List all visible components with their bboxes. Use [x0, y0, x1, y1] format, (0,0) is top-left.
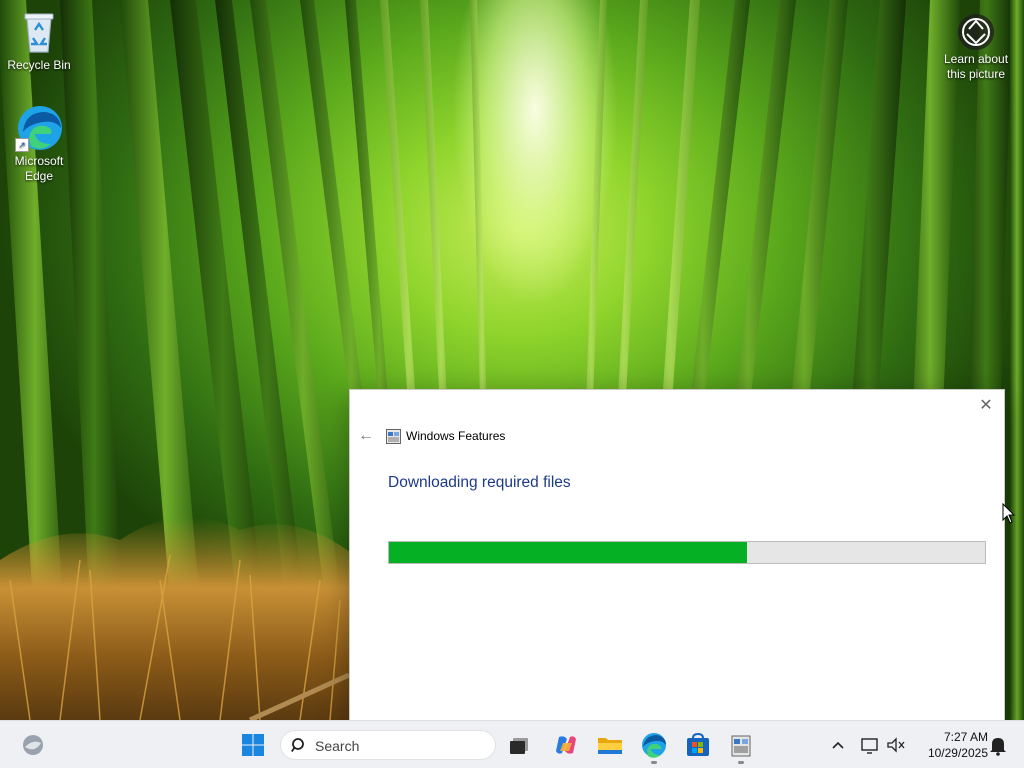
close-icon: ✕ — [979, 397, 993, 414]
edge-icon — [642, 733, 666, 758]
edge-icon: ↗ — [15, 104, 63, 152]
edge-taskbar-button[interactable] — [638, 729, 670, 764]
file-explorer-icon — [598, 738, 622, 754]
clock-time: 7:27 AM — [943, 730, 988, 744]
back-button[interactable]: ← — [354, 424, 378, 448]
task-view-button[interactable] — [503, 729, 535, 761]
microsoft-edge-label: Microsoft Edge — [14, 154, 64, 183]
network-button[interactable] — [858, 729, 882, 761]
search-icon — [291, 738, 304, 753]
camera-icon — [958, 14, 994, 50]
windows-features-icon — [731, 735, 751, 757]
network-icon — [861, 738, 878, 754]
start-button[interactable] — [237, 729, 269, 761]
progress-fill — [389, 542, 747, 563]
volume-button[interactable] — [884, 729, 908, 761]
recycle-bin-shortcut[interactable]: Recycle Bin — [1, 8, 77, 73]
file-explorer-button[interactable] — [594, 729, 626, 761]
running-indicator — [651, 761, 657, 764]
learn-about-picture[interactable]: Learn about this picture — [936, 10, 1016, 82]
system-clock[interactable]: 7:27 AM 10/29/2025 — [912, 729, 988, 761]
close-button[interactable]: ✕ — [972, 394, 1000, 418]
search-box[interactable]: Search — [280, 730, 496, 760]
recycle-bin-icon — [15, 8, 63, 56]
search-placeholder: Search — [315, 738, 360, 754]
store-button[interactable] — [682, 729, 714, 761]
clock-date: 10/29/2025 — [927, 746, 988, 760]
notification-button[interactable] — [988, 729, 1008, 761]
dialog-title: Windows Features — [406, 429, 506, 443]
learn-about-label: Learn about this picture — [943, 52, 1009, 81]
notification-icon — [990, 738, 1006, 756]
microsoft-edge-shortcut[interactable]: ↗ Microsoft Edge — [1, 104, 77, 184]
task-view-icon — [510, 738, 528, 754]
store-icon — [687, 732, 709, 756]
progress-bar — [388, 541, 986, 564]
back-arrow-icon: ← — [358, 427, 374, 444]
widgets-icon — [23, 735, 43, 755]
recycle-bin-label: Recycle Bin — [7, 58, 71, 72]
copilot-button[interactable] — [550, 729, 582, 761]
taskbar: Search 7:27 AM 10/29/2025 — [0, 720, 1024, 768]
running-indicator — [738, 761, 744, 764]
windows-features-dialog: ✕ ← Windows Features Downloading require… — [349, 389, 1005, 724]
chevron-up-icon — [832, 741, 844, 749]
widgets-button[interactable] — [17, 729, 49, 761]
mouse-cursor-icon — [1002, 503, 1016, 524]
volume-muted-icon — [887, 737, 905, 753]
status-heading: Downloading required files — [388, 474, 571, 491]
show-hidden-icons-button[interactable] — [826, 729, 850, 761]
dialog-title-bar: Windows Features — [386, 426, 505, 446]
windows-features-icon — [386, 428, 401, 444]
start-icon — [242, 734, 264, 756]
copilot-icon — [556, 736, 576, 754]
windows-features-taskbar-button[interactable] — [725, 729, 757, 764]
